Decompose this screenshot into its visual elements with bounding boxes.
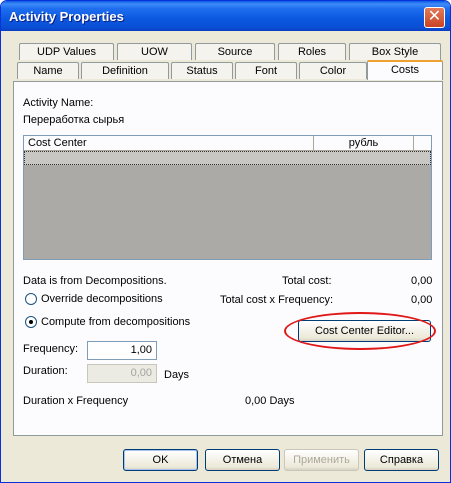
- tab-label: Name: [33, 65, 63, 77]
- tab-font[interactable]: Font: [235, 62, 297, 79]
- tab-source[interactable]: Source: [195, 43, 275, 60]
- tab-name[interactable]: Name: [17, 62, 79, 79]
- tab-label: Roles: [297, 46, 327, 58]
- duration-frequency-label: Duration x Frequency: [23, 395, 129, 407]
- activity-properties-window: Activity Properties ✕ UDP Values UOW Sou…: [0, 0, 451, 483]
- table-row[interactable]: [24, 151, 431, 165]
- total-cost-value: 0,00: [411, 275, 433, 287]
- help-button[interactable]: Справка: [364, 449, 439, 471]
- override-decompositions-radio[interactable]: [25, 293, 37, 305]
- column-header-currency[interactable]: рубль: [314, 136, 414, 150]
- close-button[interactable]: ✕: [424, 7, 445, 28]
- window-title: Activity Properties: [9, 9, 124, 24]
- column-header-cost-center[interactable]: Cost Center: [24, 136, 314, 150]
- total-cost-frequency-value: 0,00: [411, 294, 433, 306]
- compute-from-decompositions-label[interactable]: Compute from decompositions: [41, 316, 190, 328]
- tab-status[interactable]: Status: [171, 62, 233, 79]
- tab-box-style[interactable]: Box Style: [349, 43, 441, 60]
- activity-name-label: Activity Name:: [23, 97, 94, 109]
- duration-label: Duration:: [23, 365, 68, 377]
- activity-name-value: Переработка сырья: [23, 114, 125, 126]
- compute-from-decompositions-radio[interactable]: [25, 316, 37, 328]
- tab-definition[interactable]: Definition: [81, 62, 169, 79]
- tab-label: Costs: [390, 64, 420, 76]
- duration-input[interactable]: 0,00: [87, 364, 157, 383]
- tab-label: UDP Values: [37, 46, 96, 58]
- duration-unit: Days: [164, 369, 190, 381]
- tab-label: UOW: [141, 46, 168, 58]
- grid-header: Cost Center рубль: [24, 136, 431, 151]
- frequency-input[interactable]: 1,00: [87, 341, 157, 360]
- tab-label: Status: [186, 65, 218, 77]
- cost-grid[interactable]: Cost Center рубль: [23, 135, 432, 260]
- red-ellipse-annotation: [284, 312, 436, 350]
- tab-uow[interactable]: UOW: [117, 43, 192, 60]
- close-icon: ✕: [427, 8, 442, 25]
- frequency-label: Frequency:: [23, 343, 79, 355]
- apply-button[interactable]: Применить: [284, 449, 359, 471]
- override-decompositions-label[interactable]: Override decompositions: [41, 293, 163, 305]
- total-cost-frequency-label: Total cost x Frequency:: [220, 294, 334, 306]
- data-source-note: Data is from Decompositions.: [23, 275, 167, 287]
- tab-color[interactable]: Color: [299, 62, 367, 79]
- duration-frequency-value: 0,00 Days: [245, 395, 295, 407]
- tab-roles[interactable]: Roles: [278, 43, 346, 60]
- tab-label: Definition: [102, 65, 148, 77]
- title-bar[interactable]: Activity Properties ✕: [1, 1, 450, 31]
- tab-udp-values[interactable]: UDP Values: [19, 43, 114, 60]
- cancel-button[interactable]: Отмена: [205, 449, 280, 471]
- tab-label: Font: [254, 65, 277, 77]
- tab-label: Color: [319, 65, 347, 77]
- total-cost-label: Total cost:: [282, 275, 332, 287]
- tab-costs[interactable]: Costs: [367, 60, 443, 80]
- ok-button[interactable]: OK: [123, 449, 198, 471]
- tab-label: Box Style: [371, 46, 419, 58]
- tab-label: Source: [217, 46, 253, 58]
